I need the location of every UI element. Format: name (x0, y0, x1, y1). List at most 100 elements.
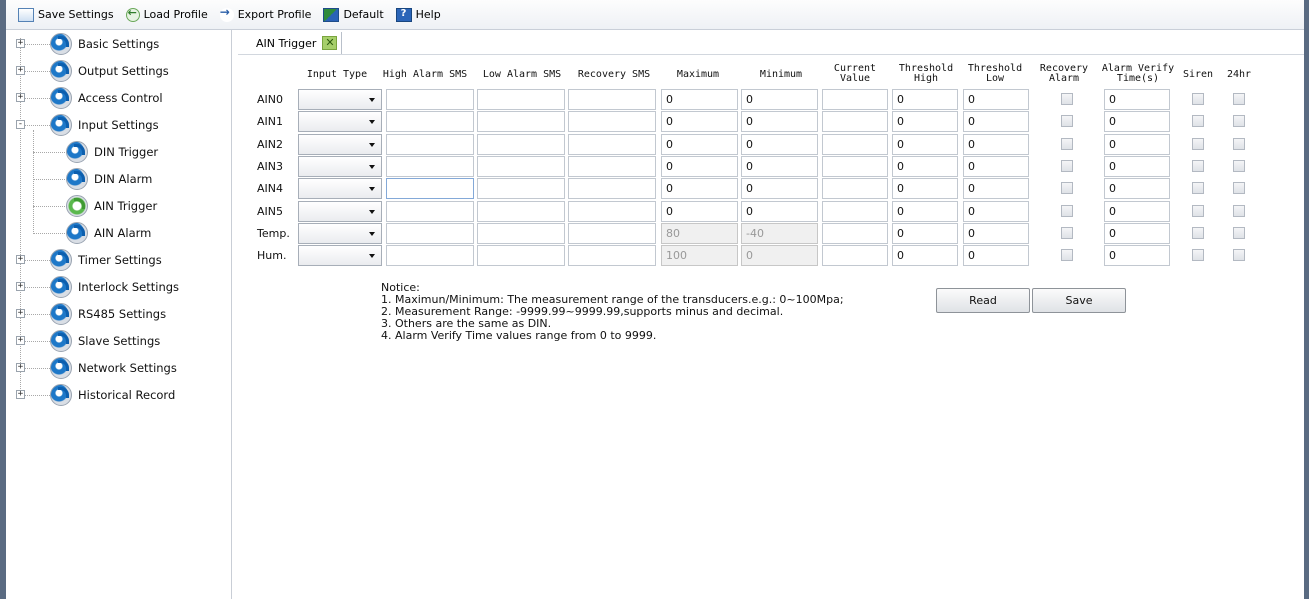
alarm-verify-time-input[interactable] (1104, 245, 1170, 266)
maximum-input[interactable] (661, 156, 738, 177)
tree-item-din-alarm[interactable]: DIN Alarm (66, 166, 152, 192)
input-type-select[interactable] (298, 111, 382, 132)
alarm-verify-time-input[interactable] (1104, 201, 1170, 222)
siren-checkbox[interactable] (1192, 205, 1204, 217)
low-alarm-sms-input[interactable] (477, 178, 565, 199)
maximum-input[interactable] (661, 223, 738, 244)
low-alarm-sms-input[interactable] (477, 245, 565, 266)
tab-ain-trigger[interactable]: AIN Trigger ✕ (252, 32, 343, 54)
recovery-alarm-checkbox[interactable] (1061, 115, 1073, 127)
hr24-checkbox[interactable] (1233, 182, 1245, 194)
hr24-checkbox[interactable] (1233, 93, 1245, 105)
maximum-input[interactable] (661, 201, 738, 222)
tree-item-slave-settings[interactable]: Slave Settings (50, 328, 160, 354)
close-icon[interactable]: ✕ (322, 36, 338, 50)
low-alarm-sms-input[interactable] (477, 134, 565, 155)
threshold-high-input[interactable] (892, 89, 958, 110)
tree-item-ain-alarm[interactable]: AIN Alarm (66, 220, 151, 246)
expand-icon[interactable]: + (16, 309, 25, 318)
expand-icon[interactable]: + (16, 255, 25, 264)
siren-checkbox[interactable] (1192, 138, 1204, 150)
tree-item-basic-settings[interactable]: Basic Settings (50, 31, 159, 57)
tree-item-din-trigger[interactable]: DIN Trigger (66, 139, 158, 165)
current-value-input[interactable] (822, 178, 888, 199)
recovery-alarm-checkbox[interactable] (1061, 227, 1073, 239)
input-type-select[interactable] (298, 178, 382, 199)
low-alarm-sms-input[interactable] (477, 201, 565, 222)
input-type-select[interactable] (298, 89, 382, 110)
maximum-input[interactable] (661, 89, 738, 110)
recovery-alarm-checkbox[interactable] (1061, 93, 1073, 105)
high-alarm-sms-input[interactable] (386, 223, 474, 244)
siren-checkbox[interactable] (1192, 160, 1204, 172)
low-alarm-sms-input[interactable] (477, 223, 565, 244)
minimum-input[interactable] (741, 89, 818, 110)
recovery-sms-input[interactable] (568, 134, 656, 155)
maximum-input[interactable] (661, 245, 738, 266)
recovery-alarm-checkbox[interactable] (1061, 205, 1073, 217)
tree-item-rs485-settings[interactable]: RS485 Settings (50, 301, 166, 327)
minimum-input[interactable] (741, 111, 818, 132)
minimum-input[interactable] (741, 201, 818, 222)
threshold-low-input[interactable] (963, 134, 1029, 155)
low-alarm-sms-input[interactable] (477, 89, 565, 110)
input-type-select[interactable] (298, 156, 382, 177)
recovery-sms-input[interactable] (568, 245, 656, 266)
load-profile-button[interactable]: Load Profile (125, 5, 208, 25)
expand-icon[interactable]: + (16, 39, 25, 48)
threshold-low-input[interactable] (963, 111, 1029, 132)
current-value-input[interactable] (822, 201, 888, 222)
expand-icon[interactable]: + (16, 66, 25, 75)
alarm-verify-time-input[interactable] (1104, 134, 1170, 155)
threshold-low-input[interactable] (963, 89, 1029, 110)
expand-icon[interactable]: + (16, 390, 25, 399)
recovery-sms-input[interactable] (568, 178, 656, 199)
tree-item-historical-record[interactable]: Historical Record (50, 382, 175, 408)
help-button[interactable]: Help (395, 5, 441, 25)
threshold-high-input[interactable] (892, 223, 958, 244)
threshold-high-input[interactable] (892, 111, 958, 132)
hr24-checkbox[interactable] (1233, 138, 1245, 150)
hr24-checkbox[interactable] (1233, 249, 1245, 261)
current-value-input[interactable] (822, 245, 888, 266)
low-alarm-sms-input[interactable] (477, 156, 565, 177)
hr24-checkbox[interactable] (1233, 160, 1245, 172)
tree-item-input-settings[interactable]: Input Settings (50, 112, 159, 138)
default-button[interactable]: Default (323, 5, 384, 25)
high-alarm-sms-input[interactable] (386, 134, 474, 155)
siren-checkbox[interactable] (1192, 115, 1204, 127)
high-alarm-sms-input[interactable] (386, 245, 474, 266)
expand-icon[interactable]: + (16, 282, 25, 291)
threshold-high-input[interactable] (892, 245, 958, 266)
siren-checkbox[interactable] (1192, 227, 1204, 239)
threshold-high-input[interactable] (892, 178, 958, 199)
recovery-sms-input[interactable] (568, 111, 656, 132)
siren-checkbox[interactable] (1192, 93, 1204, 105)
tree-item-timer-settings[interactable]: Timer Settings (50, 247, 162, 273)
minimum-input[interactable] (741, 245, 818, 266)
tree-item-network-settings[interactable]: Network Settings (50, 355, 177, 381)
alarm-verify-time-input[interactable] (1104, 89, 1170, 110)
recovery-alarm-checkbox[interactable] (1061, 138, 1073, 150)
high-alarm-sms-input[interactable] (386, 156, 474, 177)
alarm-verify-time-input[interactable] (1104, 223, 1170, 244)
high-alarm-sms-input[interactable] (386, 89, 474, 110)
input-type-select[interactable] (298, 245, 382, 266)
minimum-input[interactable] (741, 156, 818, 177)
low-alarm-sms-input[interactable] (477, 111, 565, 132)
alarm-verify-time-input[interactable] (1104, 178, 1170, 199)
maximum-input[interactable] (661, 111, 738, 132)
threshold-low-input[interactable] (963, 223, 1029, 244)
current-value-input[interactable] (822, 134, 888, 155)
tree-item-ain-trigger[interactable]: AIN Trigger (66, 193, 157, 219)
current-value-input[interactable] (822, 156, 888, 177)
input-type-select[interactable] (298, 201, 382, 222)
recovery-sms-input[interactable] (568, 201, 656, 222)
alarm-verify-time-input[interactable] (1104, 156, 1170, 177)
input-type-select[interactable] (298, 134, 382, 155)
high-alarm-sms-input[interactable] (386, 178, 474, 199)
tree-item-interlock-settings[interactable]: Interlock Settings (50, 274, 179, 300)
threshold-high-input[interactable] (892, 156, 958, 177)
maximum-input[interactable] (661, 134, 738, 155)
hr24-checkbox[interactable] (1233, 227, 1245, 239)
